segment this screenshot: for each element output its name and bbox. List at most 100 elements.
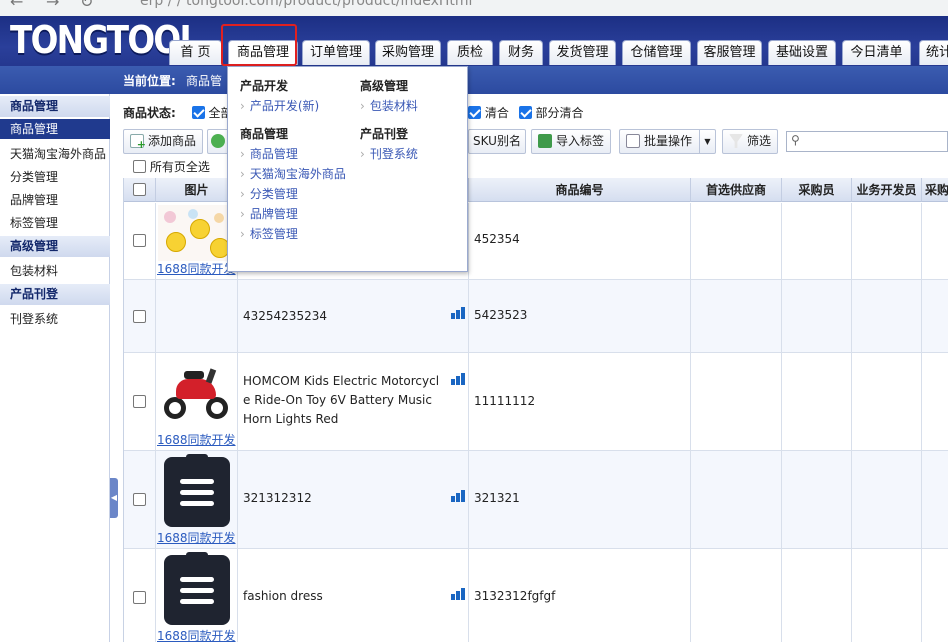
row-sku-cell: 321321	[469, 451, 691, 548]
search-input[interactable]: ⚲	[786, 131, 948, 152]
back-icon[interactable]: ←	[10, 0, 23, 11]
sidebar-item-tags[interactable]: 标签管理	[10, 214, 58, 231]
row-developer-cell	[852, 549, 922, 642]
link-1688-dev[interactable]: 1688同款开发	[157, 529, 236, 546]
column-header-image[interactable]: 图片	[156, 178, 238, 202]
row-checkbox[interactable]	[133, 234, 146, 247]
row-checkbox[interactable]	[133, 310, 146, 323]
sidebar-item-product-management[interactable]: 商品管理	[0, 119, 110, 139]
add-product-label: 添加商品	[148, 134, 197, 148]
nav-tab-home[interactable]: 首 页	[169, 40, 222, 65]
sku-alias-button[interactable]: SKU别名	[468, 129, 526, 154]
reload-icon[interactable]: ↻	[80, 0, 93, 11]
sidebar-item-listing-system[interactable]: 刊登系统	[10, 310, 58, 327]
link-1688-dev[interactable]: 1688同款开发	[157, 431, 236, 448]
filter-all-checkbox[interactable]	[191, 106, 205, 119]
nav-tab-warehouse[interactable]: 仓储管理	[622, 40, 691, 65]
sidebar-item-tmall[interactable]: 天猫淘宝海外商品	[10, 145, 106, 162]
row-name-cell: fashion dress	[238, 549, 469, 642]
row-developer-cell	[852, 353, 922, 450]
menu-item-packaging[interactable]: 包装材料	[360, 97, 418, 114]
nav-tab-shipping[interactable]: 发货管理	[549, 40, 616, 65]
filter-clear-checkbox[interactable]	[468, 106, 481, 119]
breadcrumb-path[interactable]: 商品管	[186, 74, 222, 88]
nav-tab-qc[interactable]: 质检	[447, 40, 493, 65]
select-all-pages: 所有页全选	[133, 158, 210, 175]
stats-chart-icon[interactable]	[451, 490, 468, 502]
sidebar-item-packaging[interactable]: 包装材料	[10, 262, 58, 279]
row-checkbox[interactable]	[133, 591, 146, 604]
filter-button[interactable]: 筛选	[722, 129, 779, 154]
sidebar-item-category[interactable]: 分类管理	[10, 168, 58, 185]
nav-tab-today[interactable]: 今日清单	[842, 40, 911, 65]
add-product-button[interactable]: + 添加商品	[123, 129, 204, 154]
menu-item-listing-system[interactable]: 刊登系统	[360, 145, 418, 162]
stats-chart-icon[interactable]	[451, 588, 468, 600]
menu-item-product-mgmt[interactable]: 商品管理	[240, 145, 298, 162]
funnel-icon	[729, 134, 743, 148]
refresh-button[interactable]	[207, 129, 229, 154]
nav-tab-settings[interactable]: 基础设置	[768, 40, 836, 65]
menu-item-tags[interactable]: 标签管理	[240, 225, 298, 242]
nav-tab-order[interactable]: 订单管理	[302, 40, 370, 65]
filter-partial-label: 部分清合	[535, 106, 584, 120]
column-header-purchase[interactable]: 采购	[922, 178, 948, 202]
row-buyer-cell	[782, 451, 852, 548]
column-header-supplier[interactable]: 首选供应商	[691, 178, 782, 202]
row-image-cell: 1688同款开发	[156, 549, 238, 644]
filter-partial-checkbox[interactable]	[518, 106, 532, 119]
row-image-cell: 1688同款开发	[156, 451, 238, 548]
row-image-cell	[156, 280, 238, 352]
clipboard-icon[interactable]	[164, 552, 230, 625]
row-sku-cell: 3132312fgfgf	[469, 549, 691, 642]
select-all-checkbox[interactable]	[133, 183, 146, 196]
stats-chart-icon[interactable]	[451, 307, 468, 319]
import-tags-button[interactable]: 导入标签	[531, 129, 612, 154]
row-checkbox[interactable]	[133, 493, 146, 506]
clipboard-icon[interactable]	[164, 454, 230, 527]
table-row[interactable]: 1688同款开发 fashion dress 3132312fgfgf	[124, 549, 948, 644]
import-tags-label: 导入标签	[556, 134, 605, 148]
collapse-sidebar-handle[interactable]: ◀	[110, 478, 118, 518]
column-header-buyer[interactable]: 采购员	[782, 178, 852, 202]
stats-chart-icon[interactable]	[451, 373, 468, 385]
product-image-motorcycle[interactable]	[162, 367, 232, 423]
product-name: 43254235234	[243, 309, 327, 323]
nav-tab-stats[interactable]: 统计	[919, 40, 948, 65]
product-sku: 321321	[474, 491, 520, 505]
row-supplier-cell	[691, 549, 782, 642]
product-name: 321312312	[243, 491, 312, 505]
sidebar-item-brand[interactable]: 品牌管理	[10, 191, 58, 208]
row-name-cell: 321312312	[238, 451, 469, 548]
nav-tab-purchase[interactable]: 采购管理	[375, 40, 441, 65]
batch-ops-button[interactable]: 批量操作 ▼	[619, 129, 716, 154]
menu-item-product-dev-new[interactable]: 产品开发(新)	[240, 97, 319, 114]
table-row[interactable]: 1688同款开发 321312312 321321	[124, 451, 948, 549]
row-developer-cell	[852, 451, 922, 548]
table-row[interactable]: 43254235234 5423523	[124, 280, 948, 353]
sidebar-section-advanced[interactable]: 高级管理	[0, 236, 110, 257]
column-header-developer[interactable]: 业务开发员	[852, 178, 922, 202]
chevron-down-icon[interactable]: ▼	[699, 130, 715, 153]
select-all-pages-label: 所有页全选	[149, 160, 210, 174]
menu-item-category[interactable]: 分类管理	[240, 185, 298, 202]
table-row[interactable]: 1688同款开发 HOMCOM Kids Electric Motorcycle…	[124, 353, 948, 451]
browser-url-bar[interactable]: ← → ↻ erp / / tongtool.com/product/produ…	[0, 0, 948, 16]
menu-item-tmall[interactable]: 天猫淘宝海外商品	[240, 165, 346, 182]
link-1688-dev[interactable]: 1688同款开发	[157, 627, 236, 644]
select-all-pages-checkbox[interactable]	[133, 160, 146, 173]
product-sku: 452354	[474, 232, 520, 246]
product-sku: 5423523	[474, 308, 528, 322]
nav-tab-service[interactable]: 客服管理	[697, 40, 762, 65]
refresh-icon	[211, 134, 225, 148]
column-header-sku[interactable]: 商品编号	[469, 178, 691, 202]
sidebar-section-product[interactable]: 商品管理	[0, 96, 110, 117]
row-buyer-cell	[782, 353, 852, 450]
product-image-chicks[interactable]	[158, 205, 234, 261]
nav-tab-finance[interactable]: 财务	[499, 40, 543, 65]
link-1688-dev[interactable]: 1688同款开发	[157, 260, 236, 277]
menu-item-brand[interactable]: 品牌管理	[240, 205, 298, 222]
sidebar-section-listing[interactable]: 产品刊登	[0, 284, 110, 305]
forward-icon[interactable]: →	[46, 0, 59, 11]
row-checkbox[interactable]	[133, 395, 146, 408]
